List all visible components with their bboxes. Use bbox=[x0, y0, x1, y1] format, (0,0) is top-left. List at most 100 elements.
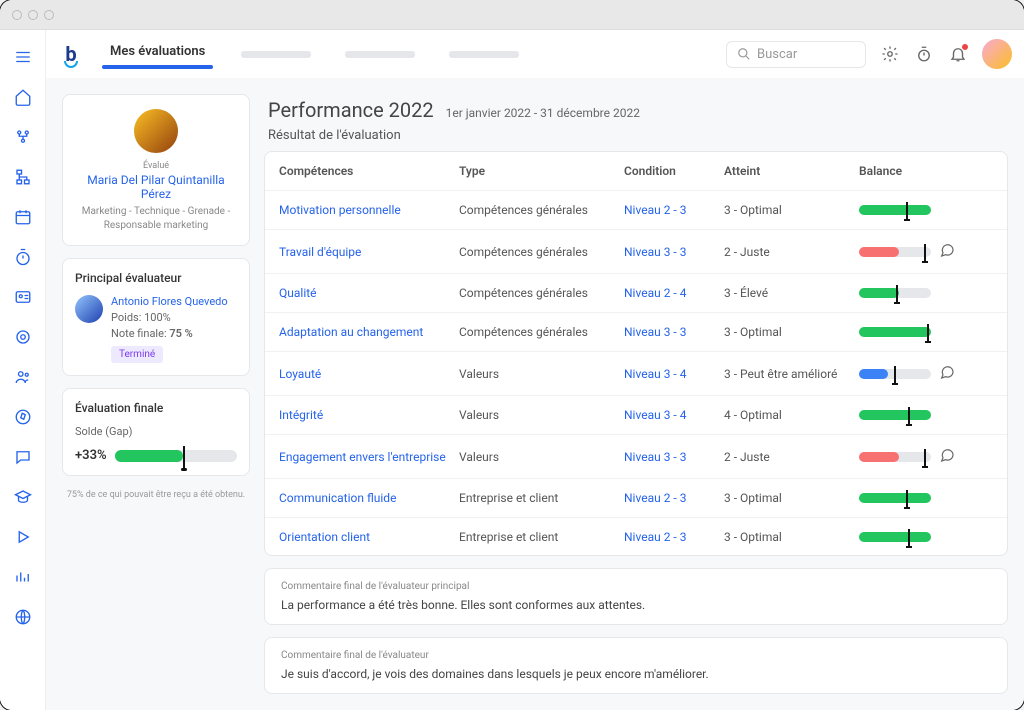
competency-link[interactable]: Qualité bbox=[279, 286, 459, 300]
attained-cell: 3 - Optimal bbox=[724, 530, 859, 544]
comment-text: Je suis d'accord, je vois des domaines d… bbox=[281, 667, 991, 681]
balance-bar bbox=[859, 410, 931, 420]
balance-bar bbox=[859, 369, 931, 379]
condition-link[interactable]: Niveau 3 - 4 bbox=[624, 367, 724, 381]
stopwatch-icon[interactable] bbox=[914, 44, 934, 64]
competency-link[interactable]: Adaptation au changement bbox=[279, 325, 459, 339]
menu-icon[interactable] bbox=[14, 48, 32, 66]
condition-link[interactable]: Niveau 3 - 4 bbox=[624, 408, 724, 422]
sidebar-rail bbox=[0, 30, 46, 710]
window-close-dot[interactable] bbox=[12, 10, 22, 20]
comment-card: Commentaire final de l'évaluateur princi… bbox=[264, 568, 1008, 625]
id-icon[interactable] bbox=[14, 288, 32, 306]
comment-title: Commentaire final de l'évaluateur bbox=[281, 650, 991, 661]
type-cell: Entreprise et client bbox=[459, 491, 624, 505]
window-min-dot[interactable] bbox=[28, 10, 38, 20]
tab-placeholder[interactable] bbox=[449, 51, 519, 58]
table-header: Compétences Type Condition Atteint Balan… bbox=[265, 152, 1007, 191]
education-icon[interactable] bbox=[14, 488, 32, 506]
comment-icon[interactable] bbox=[939, 447, 969, 466]
attained-cell: 3 - Peut être amélioré bbox=[724, 367, 859, 381]
attained-cell: 2 - Juste bbox=[724, 245, 859, 259]
attained-cell: 3 - Optimal bbox=[724, 491, 859, 505]
gap-bar bbox=[115, 450, 237, 462]
window-max-dot[interactable] bbox=[44, 10, 54, 20]
condition-link[interactable]: Niveau 2 - 3 bbox=[624, 491, 724, 505]
table-row: Communication fluideEntreprise et client… bbox=[265, 479, 1007, 518]
competency-link[interactable]: Travail d'équipe bbox=[279, 245, 459, 259]
bell-icon[interactable] bbox=[948, 44, 968, 64]
status-badge: Terminé bbox=[111, 346, 163, 363]
tab-placeholder[interactable] bbox=[241, 51, 311, 58]
competency-table: Compétences Type Condition Atteint Balan… bbox=[264, 151, 1008, 556]
balance-bar bbox=[859, 532, 931, 542]
org-icon[interactable] bbox=[14, 128, 32, 146]
table-row: Adaptation au changementCompétences géné… bbox=[265, 313, 1007, 352]
profile-name-link[interactable]: Maria Del Pilar Quintanilla Pérez bbox=[75, 173, 237, 201]
page-subtitle: Résultat de l'évaluation bbox=[264, 128, 1008, 151]
condition-link[interactable]: Niveau 3 - 3 bbox=[624, 450, 724, 464]
comment-icon[interactable] bbox=[939, 242, 969, 261]
gap-label: Solde (Gap) bbox=[75, 425, 237, 438]
window-title-bar bbox=[0, 0, 1024, 30]
app-logo[interactable]: b bbox=[58, 41, 84, 67]
competency-link[interactable]: Motivation personnelle bbox=[279, 203, 459, 217]
condition-link[interactable]: Niveau 3 - 3 bbox=[624, 325, 724, 339]
table-row: Orientation clientEntreprise et clientNi… bbox=[265, 518, 1007, 556]
table-row: QualitéCompétences généralesNiveau 2 - 4… bbox=[265, 274, 1007, 313]
attained-cell: 3 - Optimal bbox=[724, 203, 859, 217]
type-cell: Compétences générales bbox=[459, 325, 624, 339]
type-cell: Valeurs bbox=[459, 408, 624, 422]
final-eval-title: Évaluation finale bbox=[75, 401, 237, 415]
chat-icon[interactable] bbox=[14, 448, 32, 466]
globe-icon[interactable] bbox=[14, 608, 32, 626]
type-cell: Entreprise et client bbox=[459, 530, 624, 544]
competency-link[interactable]: Loyauté bbox=[279, 367, 459, 381]
competency-link[interactable]: Orientation client bbox=[279, 530, 459, 544]
gap-value: +33% bbox=[75, 448, 107, 463]
balance-bar bbox=[859, 288, 931, 298]
competency-link[interactable]: Intégrité bbox=[279, 408, 459, 422]
evaluator-name-link[interactable]: Antonio Flores Quevedo bbox=[111, 295, 228, 308]
profile-avatar bbox=[134, 109, 178, 153]
condition-link[interactable]: Niveau 2 - 3 bbox=[624, 530, 724, 544]
timer-icon[interactable] bbox=[14, 248, 32, 266]
search-placeholder: Buscar bbox=[757, 47, 797, 62]
attained-cell: 3 - Optimal bbox=[724, 325, 859, 339]
col-type: Type bbox=[459, 164, 624, 178]
col-competences: Compétences bbox=[279, 164, 459, 178]
table-row: Travail d'équipeCompétences généralesNiv… bbox=[265, 230, 1007, 274]
page-title: Performance 2022 bbox=[268, 98, 434, 122]
col-atteint: Atteint bbox=[724, 164, 859, 178]
search-input[interactable]: Buscar bbox=[726, 41, 866, 68]
target-icon[interactable] bbox=[14, 328, 32, 346]
page-dates: 1er janvier 2022 - 31 décembre 2022 bbox=[446, 106, 640, 120]
topbar: b Mes évaluations Buscar bbox=[46, 30, 1024, 78]
hierarchy-icon[interactable] bbox=[14, 168, 32, 186]
compass-icon[interactable] bbox=[14, 408, 32, 426]
chart-icon[interactable] bbox=[14, 568, 32, 586]
balance-bar bbox=[859, 327, 931, 337]
evaluator-card: Principal évaluateur Antonio Flores Quev… bbox=[62, 258, 250, 376]
col-balance: Balance bbox=[859, 164, 939, 178]
condition-link[interactable]: Niveau 2 - 3 bbox=[624, 203, 724, 217]
comment-icon[interactable] bbox=[939, 364, 969, 383]
user-avatar[interactable] bbox=[982, 39, 1012, 69]
balance-bar bbox=[859, 205, 931, 215]
users-icon[interactable] bbox=[14, 368, 32, 386]
type-cell: Valeurs bbox=[459, 450, 624, 464]
play-icon[interactable] bbox=[14, 528, 32, 546]
evaluator-avatar bbox=[75, 295, 103, 323]
home-icon[interactable] bbox=[14, 88, 32, 106]
condition-link[interactable]: Niveau 2 - 4 bbox=[624, 286, 724, 300]
settings-icon[interactable] bbox=[880, 44, 900, 64]
comment-text: La performance a été très bonne. Elles s… bbox=[281, 598, 991, 612]
calendar-icon[interactable] bbox=[14, 208, 32, 226]
competency-link[interactable]: Communication fluide bbox=[279, 491, 459, 505]
evaluator-card-title: Principal évaluateur bbox=[75, 271, 237, 285]
attained-cell: 4 - Optimal bbox=[724, 408, 859, 422]
tab-evaluations[interactable]: Mes évaluations bbox=[102, 40, 213, 69]
competency-link[interactable]: Engagement envers l'entreprise bbox=[279, 450, 459, 464]
tab-placeholder[interactable] bbox=[345, 51, 415, 58]
condition-link[interactable]: Niveau 3 - 3 bbox=[624, 245, 724, 259]
